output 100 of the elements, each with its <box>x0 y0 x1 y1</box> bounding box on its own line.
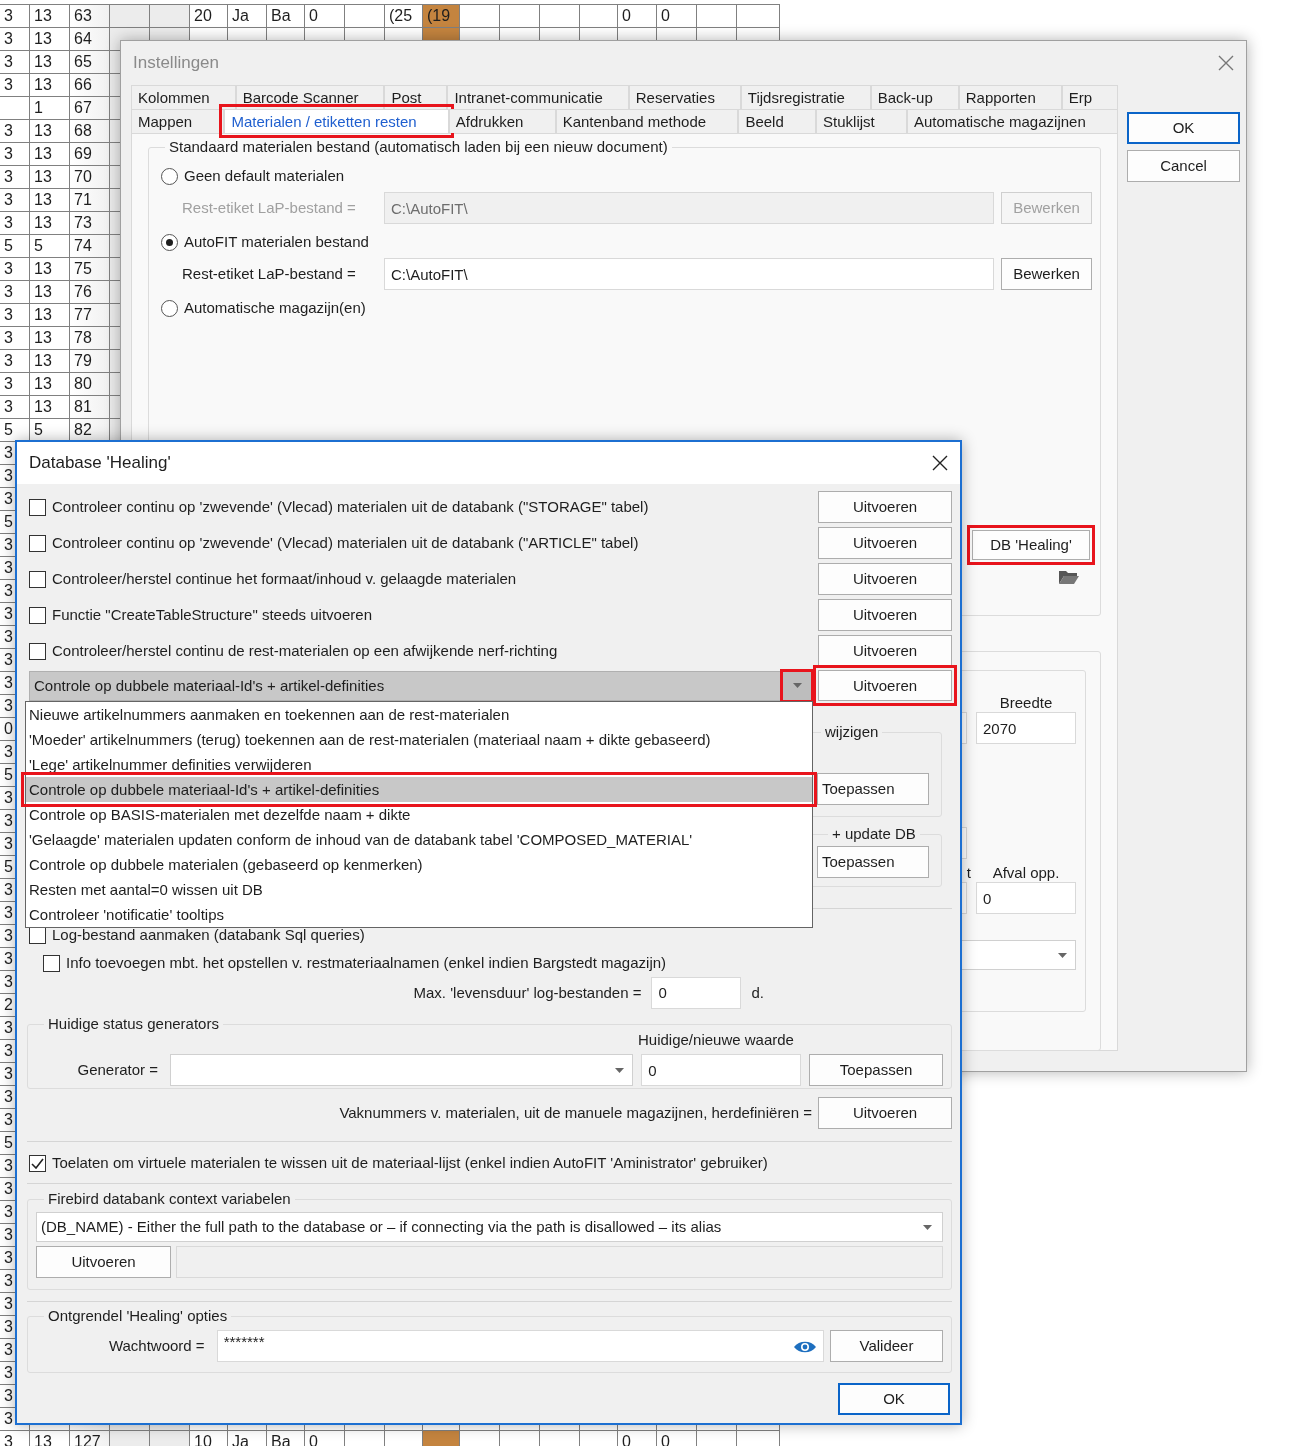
table-cell: Ja <box>228 5 267 28</box>
password-field[interactable]: ******* <box>216 1330 824 1362</box>
table-cell: 73 <box>70 212 110 235</box>
button[interactable]: Uitvoeren <box>818 563 952 595</box>
table-cell: 75 <box>70 258 110 281</box>
button[interactable]: Cancel <box>1127 150 1240 182</box>
button[interactable]: Valideer <box>829 1330 943 1362</box>
caret-icon <box>1058 952 1067 958</box>
checkbox-label: Controleer continu op 'zwevende' (Vlecad) materialen uit de databank ("STORAGE" tabel) <box>52 498 649 516</box>
window-title: Instellingen <box>133 52 219 74</box>
table-cell: 3 <box>0 212 30 235</box>
table-cell: 77 <box>70 304 110 327</box>
tab[interactable]: Mappen <box>131 109 225 133</box>
column-header: Huidige/nieuwe waarde <box>638 1031 794 1049</box>
checkbox[interactable] <box>29 534 46 552</box>
checkbox-label: Log-bestand aanmaken (databank Sql queries) <box>52 926 365 944</box>
radio-button[interactable] <box>161 299 178 317</box>
checkbox-label: Info toevoegen mbt. het opstellen v. restmateriaalnamen (enkel indien Bargstedt magazijn) <box>66 954 667 972</box>
radio-label: AutoFIT materialen bestand <box>184 233 369 251</box>
table-cell: 79 <box>70 350 110 373</box>
close-icon[interactable] <box>932 455 948 471</box>
table-cell: 3 <box>0 143 30 166</box>
tab[interactable]: Back-up <box>870 85 959 109</box>
input-field[interactable]: 0 <box>651 976 742 1009</box>
width-field[interactable]: 2070 <box>976 712 1076 744</box>
table-cell: 3 <box>0 281 30 304</box>
group-title: + update DB <box>831 825 917 843</box>
button[interactable]: Toepassen <box>817 846 929 878</box>
checkbox-label: Controleer continu op 'zwevende' (Vlecad) materialen uit de databank ("ARTICLE" tabel) <box>52 534 639 552</box>
radio-label: Geen default materialen <box>184 167 345 185</box>
checkbox[interactable] <box>29 498 46 516</box>
table-cell: 71 <box>70 189 110 212</box>
checkbox[interactable] <box>43 954 60 972</box>
window-title: Database 'Healing' <box>29 452 171 474</box>
table-cell: 3 <box>0 258 30 281</box>
button[interactable]: Uitvoeren <box>36 1246 171 1278</box>
table-cell: 3 <box>0 327 30 350</box>
tab[interactable]: Automatische magazijnen <box>907 109 1118 133</box>
button[interactable]: Bewerken <box>1001 258 1092 290</box>
folder-icon <box>1058 568 1080 585</box>
button[interactable]: OK <box>838 1383 950 1415</box>
group-title: Standaard materialen bestand (automatisch laden bij een nieuw document) <box>168 138 669 156</box>
table-cell: 65 <box>70 51 110 74</box>
group-title: Firebird databank context variabelen <box>47 1190 292 1208</box>
button[interactable]: OK <box>1127 112 1240 144</box>
tab[interactable]: Rapporten <box>958 85 1062 109</box>
table-cell: (19 <box>423 5 460 28</box>
tab[interactable]: Erp <box>1061 85 1118 109</box>
button[interactable]: Uitvoeren <box>818 491 952 523</box>
button[interactable]: Uitvoeren <box>818 527 952 559</box>
button[interactable]: Toepassen <box>817 773 929 805</box>
button[interactable]: Uitvoeren <box>818 599 952 631</box>
table-cell: 3 <box>0 5 30 28</box>
checkbox[interactable] <box>29 1154 46 1172</box>
waste-field[interactable]: 0 <box>976 882 1076 914</box>
checkbox[interactable] <box>29 606 46 624</box>
tab[interactable]: Tijdsregistratie <box>740 85 871 109</box>
button[interactable]: Toepassen <box>809 1054 943 1086</box>
button[interactable]: Uitvoeren <box>818 1097 952 1129</box>
radio-label: Automatische magazijn(en) <box>184 299 366 317</box>
group-title: Huidige status generators <box>47 1015 220 1033</box>
table-cell: 66 <box>70 74 110 97</box>
checkbox[interactable] <box>29 570 46 588</box>
table-cell: 3 <box>0 189 30 212</box>
field-label: Vaknummers v. materialen, uit de manuele magazijnen, herdefiniëren = <box>339 1104 812 1122</box>
eye-icon[interactable] <box>792 1340 817 1354</box>
dropdown[interactable]: Controle op dubbele materiaal-Id's + artikel-definities <box>29 670 812 701</box>
table-cell: 0 <box>618 5 657 28</box>
path-field[interactable]: C:\AutoFIT\ <box>384 258 994 290</box>
field-label: Rest-etiket LaP-bestand = <box>182 199 357 217</box>
group-title: Ontgrendel 'Healing' opties <box>47 1307 229 1325</box>
table-cell: 5 <box>0 235 30 258</box>
dropdown-button[interactable] <box>783 671 811 700</box>
table-cell: Ba <box>267 5 305 28</box>
tab[interactable]: Afdrukken <box>448 109 556 133</box>
tab[interactable]: Stuklijst <box>816 109 907 133</box>
checkbox-label: Controleer/herstel continu de rest-materialen op een afwijkende nerf-richting <box>52 642 558 660</box>
dropdown[interactable]: (DB_NAME) - Either the full path to the database or – if connecting via the path is disallowed – its alias <box>36 1212 943 1242</box>
caret-icon <box>792 683 802 688</box>
field-label: Afval opp. <box>991 864 1061 882</box>
table-cell: 3 <box>0 28 30 51</box>
tab[interactable]: Barcode Scanner <box>235 85 385 109</box>
checkbox-label: Controleer/herstel continue het formaat/inhoud v. gelaagde materialen <box>52 570 517 588</box>
table-cell: 63 <box>70 5 110 28</box>
checkbox[interactable] <box>29 642 46 660</box>
table-cell: 78 <box>70 327 110 350</box>
table-cell: 67 <box>70 97 110 120</box>
tab[interactable]: Kolommen <box>131 85 236 109</box>
input-field[interactable]: 0 <box>641 1054 802 1086</box>
table-cell: 0 <box>305 5 345 28</box>
tab[interactable]: Kantenband methode <box>555 109 739 133</box>
button[interactable]: Uitvoeren <box>818 635 952 667</box>
tab[interactable]: Post <box>384 85 448 109</box>
tab[interactable]: Intranet-communicatie <box>447 85 629 109</box>
tab[interactable]: Reservaties <box>628 85 741 109</box>
tab[interactable]: Beeld <box>738 109 817 133</box>
field-label: t <box>965 864 971 882</box>
table-cell <box>0 97 30 120</box>
table-cell: 80 <box>70 373 110 396</box>
radio-button[interactable] <box>161 233 178 251</box>
